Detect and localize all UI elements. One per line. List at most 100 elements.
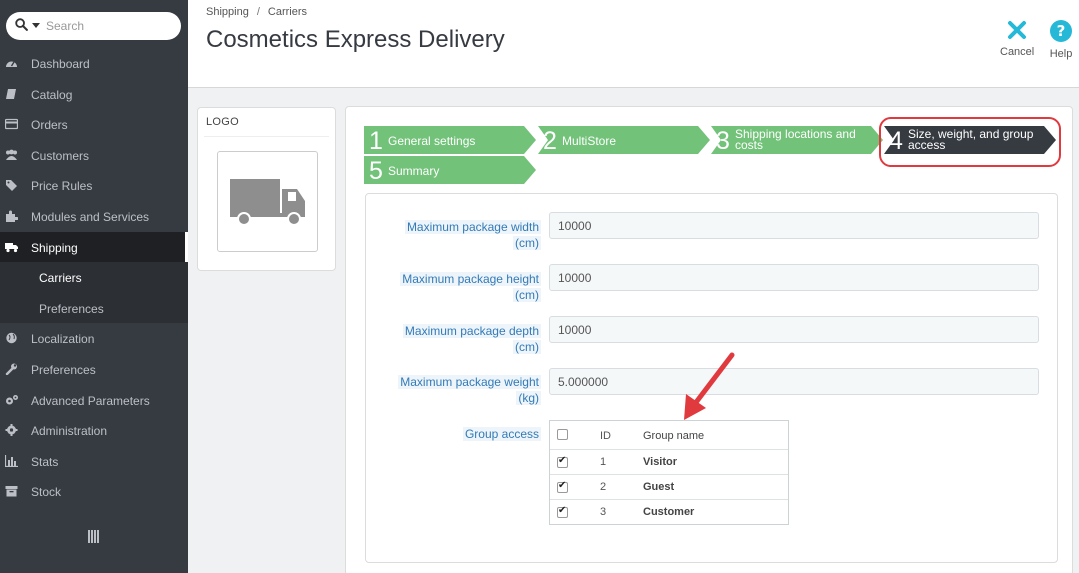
breadcrumb-carriers[interactable]: Carriers (268, 6, 307, 18)
group-id: 2 (600, 481, 607, 493)
wizard-step-2[interactable]: 2 MultiStore (538, 126, 711, 155)
wizard-step-3[interactable]: 3 Shipping locations and costs (711, 126, 884, 155)
archive-icon (5, 485, 18, 497)
sidebar-item-label: Orders (31, 118, 68, 133)
carrier-logo[interactable] (217, 151, 318, 252)
logo-panel-title: LOGO (206, 116, 239, 128)
wizard-step-1[interactable]: 1 General settings (364, 126, 537, 155)
sidebar-item-modules[interactable]: Modules and Services (0, 201, 188, 232)
wrench-icon (5, 363, 18, 376)
sidebar-item-label: Preferences (31, 362, 96, 377)
header-group-name: Group name (643, 430, 705, 442)
sidebar-item-label: Stock (31, 485, 62, 500)
table-header-row: ID Group name (550, 421, 788, 450)
breadcrumb: Shipping / Carriers (206, 6, 307, 18)
width-label: Maximum package width (cm) (404, 220, 541, 250)
group-access-label: Group access (462, 427, 541, 441)
max-depth-input[interactable] (549, 316, 1039, 343)
search-icon[interactable] (15, 18, 28, 31)
depth-label: Maximum package depth (cm) (402, 324, 541, 354)
search-input[interactable] (46, 16, 176, 36)
logo-panel: LOGO (197, 107, 336, 271)
table-row: 1 Visitor (550, 450, 788, 475)
cancel-label: Cancel (1000, 46, 1035, 58)
weight-label: Maximum package weight (kg) (398, 375, 541, 405)
help-button[interactable]: ? Help (1048, 20, 1074, 60)
dashboard-icon (5, 57, 18, 69)
max-weight-input[interactable] (549, 368, 1039, 395)
group-access-table: ID Group name 1 Visitor 2 Guest 3 Custom… (549, 420, 789, 525)
step-number: 5 (369, 157, 383, 185)
step-label-line2: costs (735, 138, 764, 152)
max-height-input[interactable] (549, 264, 1039, 291)
gear-icon (5, 424, 18, 437)
breadcrumb-separator: / (256, 6, 260, 18)
chevron-down-icon[interactable] (32, 23, 40, 28)
sidebar-subitem-carriers[interactable]: Carriers (0, 262, 188, 293)
sidebar-item-label: Modules and Services (31, 209, 150, 224)
page-header: Shipping / Carriers Cosmetics Express Deli… (188, 0, 1079, 88)
sidebar-item-stock[interactable]: Stock (0, 476, 188, 507)
sidebar-item-label: Catalog (31, 87, 73, 102)
sidebar-subitem-preferences[interactable]: Preferences (0, 293, 188, 324)
divider (204, 136, 329, 137)
svg-text:?: ? (1057, 22, 1066, 40)
page-title: Cosmetics Express Delivery (206, 26, 505, 53)
collapse-sidebar-icon[interactable] (88, 530, 99, 543)
header-id: ID (600, 430, 611, 442)
step-number: 3 (716, 127, 730, 155)
shipping-submenu: Carriers Preferences (0, 262, 188, 324)
sidebar-item-catalog[interactable]: Catalog (0, 79, 188, 110)
sidebar-item-administration[interactable]: Administration (0, 415, 188, 446)
search-box[interactable] (6, 12, 181, 40)
group-id: 3 (600, 506, 607, 518)
group-name: Visitor (643, 456, 678, 468)
sidebar-item-shipping[interactable]: Shipping (0, 231, 188, 263)
max-width-input[interactable] (549, 212, 1039, 239)
sidebar-item-advanced-parameters[interactable]: Advanced Parameters (0, 385, 188, 416)
group-name: Guest (643, 481, 675, 493)
group-name: Customer (643, 506, 695, 518)
table-row: 2 Guest (550, 475, 788, 500)
sidebar-subitem-label: Carriers (39, 271, 82, 286)
step-number: 2 (543, 127, 557, 155)
book-icon (5, 88, 18, 100)
step-number: 1 (369, 127, 383, 155)
cogs-icon (5, 394, 18, 406)
sidebar-subitem-label: Preferences (39, 301, 104, 316)
table-row: 3 Customer (550, 500, 788, 525)
sidebar-item-label: Customers (31, 148, 90, 163)
cancel-button[interactable]: Cancel (1000, 20, 1034, 58)
truck-icon (5, 241, 18, 253)
breadcrumb-shipping[interactable]: Shipping (206, 6, 249, 18)
tag-icon (5, 179, 18, 192)
truck-icon (230, 179, 305, 226)
step-label: MultiStore (562, 134, 617, 148)
sidebar-item-localization[interactable]: Localization (0, 323, 188, 354)
help-icon: ? (1050, 20, 1072, 42)
sidebar-item-customers[interactable]: Customers (0, 140, 188, 171)
sidebar-item-label: Price Rules (31, 179, 93, 194)
annotation-highlight-ring (879, 117, 1061, 167)
sidebar-item-label: Dashboard (31, 57, 90, 71)
group-checkbox[interactable] (557, 480, 568, 493)
users-icon (5, 149, 18, 161)
puzzle-icon (5, 210, 19, 222)
annotation-arrow-icon (684, 352, 735, 420)
globe-icon (5, 332, 18, 344)
sidebar-item-preferences[interactable]: Preferences (0, 354, 188, 385)
sidebar-item-price-rules[interactable]: Price Rules (0, 170, 188, 201)
credit-card-icon (4, 118, 19, 130)
sidebar-item-orders[interactable]: Orders (0, 109, 188, 140)
sidebar-item-dashboard[interactable]: Dashboard (0, 48, 188, 79)
wizard-step-5[interactable]: 5 Summary (364, 156, 537, 185)
group-checkbox[interactable] (557, 455, 568, 468)
sidebar: Dashboard Catalog Orders Customers Price… (0, 0, 188, 573)
help-label: Help (1049, 48, 1073, 60)
bar-chart-icon (4, 454, 18, 467)
sidebar-item-stats[interactable]: Stats (0, 446, 188, 477)
sidebar-item-label: Shipping (31, 240, 78, 255)
select-all-checkbox[interactable] (557, 429, 568, 440)
group-checkbox[interactable] (557, 505, 568, 518)
group-id: 1 (600, 456, 607, 468)
